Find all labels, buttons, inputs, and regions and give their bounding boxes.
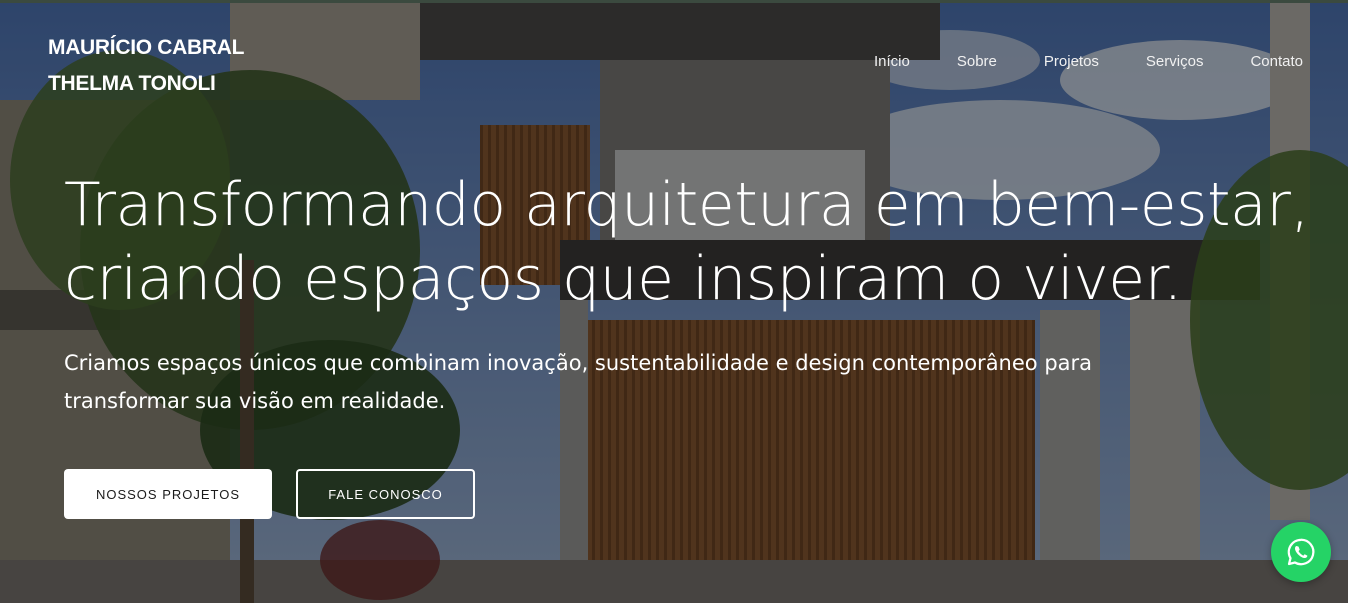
whatsapp-icon [1287,538,1315,566]
hero-headline-line-1: Transformando arquitetura em bem-estar, [64,170,1310,240]
hero-subtitle-line-2: transformar sua visão em realidade. [64,389,446,413]
whatsapp-button[interactable] [1271,522,1331,582]
nav-item-contato[interactable]: Contato [1250,52,1303,72]
hero-headline-line-2: criando espaços que inspiram o viver. [64,244,1182,314]
main-navigation: Início Sobre Projetos Serviços Contato [874,52,1303,72]
nav-item-sobre[interactable]: Sobre [957,52,997,72]
fale-conosco-button[interactable]: FALE CONOSCO [296,469,475,519]
hero-subtitle: Criamos espaços únicos que combinam inov… [64,344,1294,420]
nav-item-inicio[interactable]: Início [874,52,910,72]
brand-line-1: MAURÍCIO CABRAL [48,36,245,59]
brand-logo[interactable]: MAURÍCIO CABRAL THELMA TONOLI [48,30,244,102]
nav-item-servicos[interactable]: Serviços [1146,52,1204,72]
nossos-projetos-button[interactable]: NOSSOS PROJETOS [64,469,272,519]
hero-headline: Transformando arquitetura em bem-estar, … [64,168,1324,316]
top-accent-line [0,0,1348,3]
nav-item-projetos[interactable]: Projetos [1044,52,1099,72]
hero-subtitle-line-1: Criamos espaços únicos que combinam inov… [64,351,1093,375]
brand-line-2: THELMA TONOLI [48,72,216,95]
